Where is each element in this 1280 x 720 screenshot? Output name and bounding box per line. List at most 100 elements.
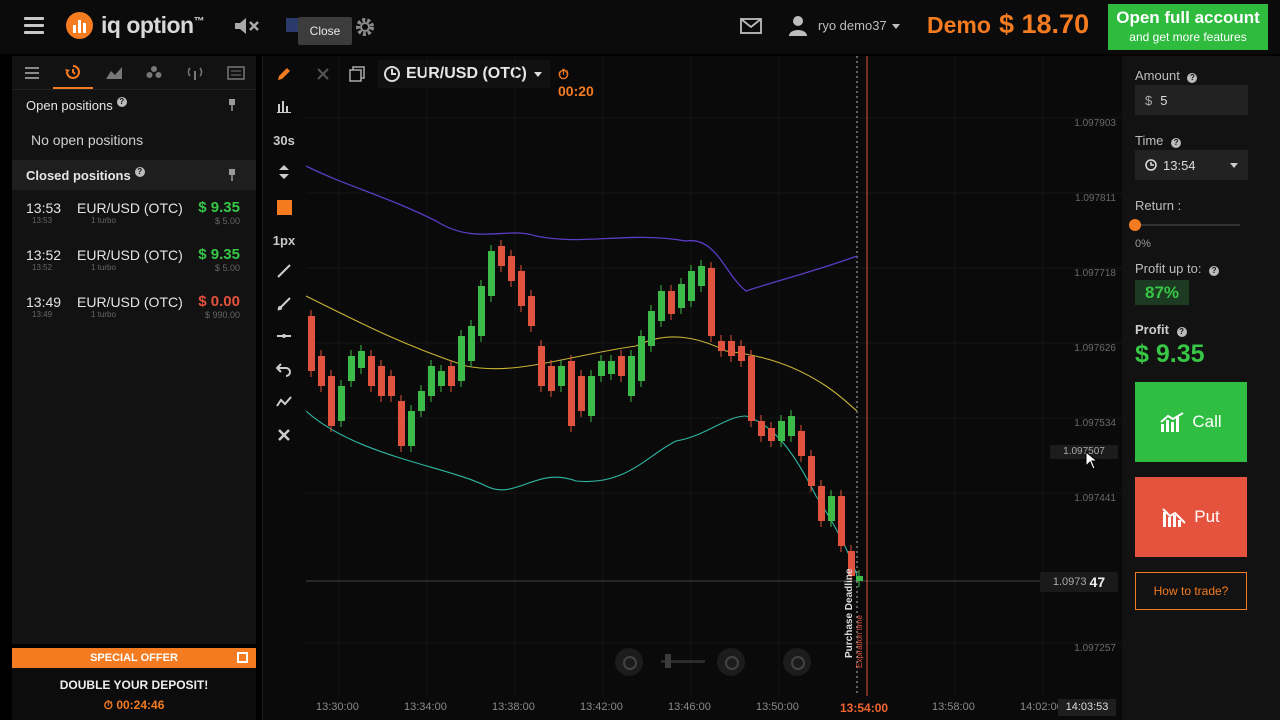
svg-text:Expiration time: Expiration time xyxy=(855,615,864,668)
scroll-to-end-icon[interactable] xyxy=(783,648,811,676)
position-profit: $ 9.35 xyxy=(198,246,240,263)
candle xyxy=(448,366,455,386)
closed-positions-header: Closed positions ? xyxy=(12,160,256,190)
profit-percent: 87% xyxy=(1135,280,1189,305)
deposit-promo[interactable]: DOUBLE YOUR DEPOSIT! ⏱ 00:24:46 xyxy=(12,668,256,720)
open-account-button[interactable]: Open full account and get more features xyxy=(1108,4,1268,50)
time-tick: 13:46:00 xyxy=(668,701,711,713)
pin-icon[interactable] xyxy=(228,169,236,181)
price-tick: 1.097626 xyxy=(1074,343,1116,354)
help-icon[interactable]: ? xyxy=(116,97,127,107)
help-icon[interactable]: ? xyxy=(134,167,145,177)
deposit-promo-text: DOUBLE YOUR DEPOSIT! xyxy=(59,678,209,692)
candle xyxy=(478,286,485,336)
indicators-icon[interactable] xyxy=(272,390,296,414)
open-positions-title: Open positions xyxy=(26,97,113,113)
settings-gear-icon[interactable] xyxy=(354,16,376,38)
candle xyxy=(768,428,775,441)
amount-input[interactable]: $ 5 xyxy=(1135,85,1248,115)
line-width-selector[interactable]: 1px xyxy=(272,228,296,252)
mute-icon[interactable] xyxy=(233,15,261,37)
position-invest: $ 990.00 xyxy=(204,310,240,320)
deposit-promo-timer: ⏱ 00:24:46 xyxy=(103,698,165,712)
tab-charts[interactable] xyxy=(93,56,134,89)
history-icon xyxy=(65,64,80,79)
chevron-down-icon[interactable] xyxy=(892,24,900,29)
return-slider[interactable] xyxy=(1129,219,1240,231)
zoom-out-icon[interactable] xyxy=(615,648,643,676)
tab-news[interactable] xyxy=(215,56,256,89)
candle xyxy=(348,356,355,381)
closed-position-row[interactable]: 13:52 13:52 EUR/USD (OTC) 1 turbo $ 9.35… xyxy=(12,237,256,284)
position-type: 1 turbo xyxy=(91,263,116,272)
account-mode[interactable]: Demo xyxy=(927,12,991,39)
menu-icon[interactable] xyxy=(24,17,44,35)
position-invest: $ 5.00 xyxy=(214,263,240,273)
trend-line-icon[interactable] xyxy=(272,259,296,283)
how-to-trade-button[interactable]: How to trade? xyxy=(1135,572,1247,610)
call-up-icon xyxy=(1160,412,1184,432)
open-account-subtitle: and get more features xyxy=(1129,30,1247,44)
horizontal-line-icon[interactable] xyxy=(272,324,296,348)
special-offer-banner[interactable]: SPECIAL OFFER xyxy=(12,648,256,668)
candle xyxy=(788,416,795,436)
top-bar: iq option™ Close ryo demo37 Demo $ 18.70… xyxy=(0,0,1280,54)
candle xyxy=(838,496,845,546)
zoom-in-icon[interactable] xyxy=(717,648,745,676)
candle xyxy=(718,341,725,351)
candle xyxy=(798,431,805,456)
close-icon[interactable] xyxy=(272,423,296,447)
tab-history[interactable] xyxy=(52,56,94,89)
candle xyxy=(618,356,625,376)
position-time: 13:49 xyxy=(26,294,62,310)
amount-label: Amount ? xyxy=(1135,68,1198,83)
undo-icon[interactable] xyxy=(272,357,296,381)
candle xyxy=(778,421,785,441)
tab-list[interactable] xyxy=(12,56,53,89)
pencil-icon[interactable] xyxy=(272,62,296,86)
chart-type-icon[interactable] xyxy=(272,94,296,118)
ray-line-icon[interactable] xyxy=(272,292,296,316)
color-picker-icon[interactable] xyxy=(272,195,296,219)
scale-icon[interactable] xyxy=(272,160,296,184)
user-icon[interactable] xyxy=(788,15,808,37)
return-label: Return : xyxy=(1135,198,1182,213)
time-selector[interactable]: 13:54 xyxy=(1135,150,1248,180)
candle xyxy=(658,291,665,321)
closed-position-row[interactable]: 13:53 13:53 EUR/USD (OTC) 1 turbo $ 9.35… xyxy=(12,190,256,237)
position-asset: EUR/USD (OTC) xyxy=(77,247,183,263)
candle xyxy=(558,366,565,386)
pin-icon[interactable] xyxy=(228,99,236,111)
trade-panel: Amount ? $ 5 Time ? 13:54 Return : 0% Pr… xyxy=(1122,56,1280,720)
candle xyxy=(568,361,575,426)
price-tick: 1.097718 xyxy=(1074,268,1116,279)
candle xyxy=(498,246,505,266)
zoom-handle[interactable] xyxy=(665,654,671,668)
logo-text: iq option™ xyxy=(101,12,205,38)
profit-up-label: Profit up to: ? xyxy=(1135,261,1220,276)
cursor-time-label: 14:03:53 xyxy=(1058,699,1116,716)
mail-icon[interactable] xyxy=(739,16,763,36)
price-chart[interactable] xyxy=(306,56,1122,700)
current-price-label: 1.0973 47 xyxy=(1040,572,1118,592)
positions-panel: Open positions ? No open positions Close… xyxy=(12,56,256,644)
price-tick: 1.097811 xyxy=(1075,193,1116,204)
tab-signals[interactable] xyxy=(175,56,216,89)
position-type: 1 turbo xyxy=(91,216,116,225)
candle xyxy=(408,411,415,446)
candle xyxy=(698,266,705,286)
tab-community[interactable] xyxy=(134,56,175,89)
candle xyxy=(488,251,495,296)
put-label: Put xyxy=(1194,507,1220,526)
period-selector[interactable]: 30s xyxy=(272,128,296,152)
put-button[interactable]: Put xyxy=(1135,477,1247,557)
return-slider-knob[interactable] xyxy=(1129,219,1141,231)
upper-band-line xyxy=(306,165,858,292)
call-button[interactable]: Call xyxy=(1135,382,1247,462)
candle xyxy=(468,326,475,361)
closed-position-row[interactable]: 13:49 13:49 EUR/USD (OTC) 1 turbo $ 0.00… xyxy=(12,284,256,331)
username[interactable]: ryo demo37 xyxy=(818,18,887,33)
time-tick: 13:34:00 xyxy=(404,701,447,713)
candle xyxy=(678,284,685,308)
candle xyxy=(528,296,535,326)
